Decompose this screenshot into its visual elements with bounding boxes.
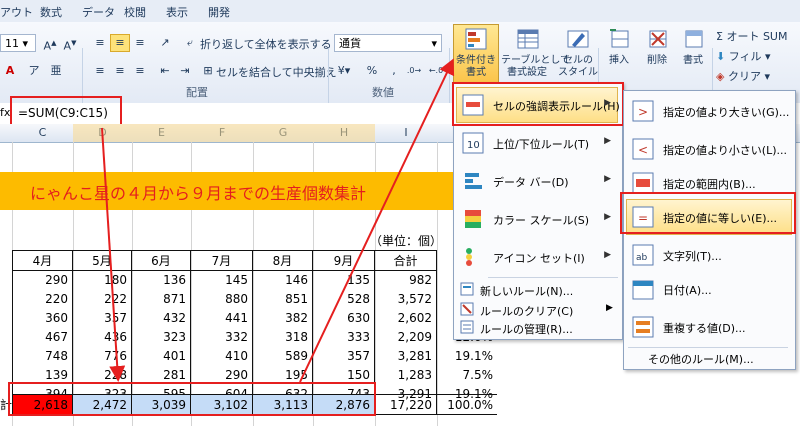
svg-text:>: >: [638, 105, 648, 119]
menu-color-scales[interactable]: カラー スケール(S) ▶: [456, 201, 618, 237]
arrow-range-to-button: [299, 58, 455, 383]
color-scales-icon: [465, 210, 481, 228]
submenu-more-rules[interactable]: その他のルール(M)...: [648, 351, 754, 367]
menu-new-rule[interactable]: 新しいルール(N)...: [456, 281, 618, 299]
svg-text:10: 10: [467, 140, 480, 151]
menu-manage-rules[interactable]: ルールの管理(R)...: [456, 319, 618, 337]
calendar-icon: [632, 280, 654, 300]
less-than-icon: <: [632, 138, 654, 160]
data-bars-icon: [465, 173, 482, 189]
arrow-formula-to-range: [101, 127, 126, 382]
submenu-less-than[interactable]: < 指定の値より小さい(L)...: [626, 131, 792, 167]
clear-rules-icon: [460, 302, 474, 316]
menu-top-bottom-rules[interactable]: 10 上位/下位ルール(T) ▶: [456, 125, 618, 161]
submenu-text-contains[interactable]: ab 文字列(T)...: [626, 237, 792, 273]
menu-data-bars[interactable]: データ バー(D) ▶: [456, 163, 618, 199]
text-contains-icon: ab: [632, 244, 654, 266]
submenu-duplicate-values[interactable]: 重複する値(D)...: [626, 309, 792, 345]
svg-text:<: <: [638, 143, 648, 157]
greater-than-icon: >: [632, 100, 654, 122]
duplicate-values-icon: [632, 316, 654, 338]
svg-text:ab: ab: [636, 253, 648, 263]
submenu-date[interactable]: 日付(A)...: [626, 271, 792, 307]
new-rule-icon: [460, 282, 474, 296]
manage-rules-icon: [460, 320, 474, 334]
menu-icon-sets[interactable]: アイコン セット(I) ▶: [456, 239, 618, 275]
icon-sets-icon: [466, 248, 472, 266]
submenu-greater-than[interactable]: > 指定の値より大きい(G)...: [626, 93, 792, 129]
top-bottom-icon: 10: [462, 132, 484, 154]
menu-clear-rules[interactable]: ルールのクリア(C) ▶: [456, 301, 618, 319]
equal-to-highlight-box: [620, 192, 796, 234]
menu-highlight-box: [452, 82, 624, 126]
